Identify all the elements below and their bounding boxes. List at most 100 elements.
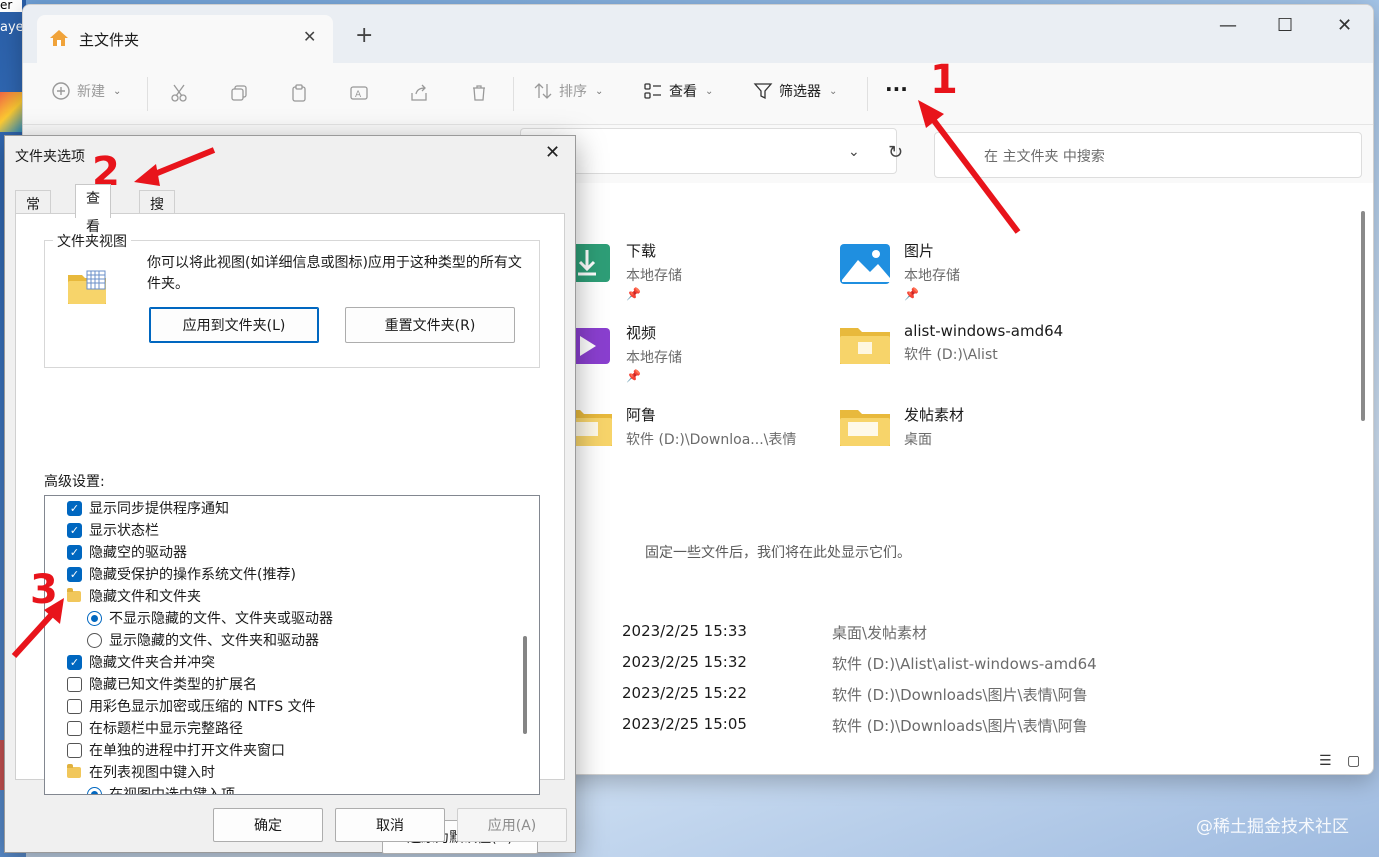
new-tab-button[interactable]: + — [355, 25, 373, 47]
quick-access-item[interactable]: 阿鲁 软件 (D:)\Downloa...\表情 — [560, 402, 796, 450]
setting-checkbox-row[interactable]: ✓ 隐藏受保护的操作系统文件(推荐) — [67, 563, 537, 585]
setting-label: 在视图中选中键入项 — [109, 787, 235, 795]
cancel-button[interactable]: 取消 — [335, 808, 445, 842]
recent-row[interactable]: 2023/2/25 15:05 软件 (D:)\Downloads\图片\表情\阿… — [622, 715, 1322, 739]
setting-label: 在标题栏中显示完整路径 — [89, 721, 243, 737]
rename-icon[interactable]: A — [349, 83, 369, 103]
minimize-button[interactable]: — — [1219, 15, 1237, 36]
quick-access-item[interactable]: alist-windows-amd64 软件 (D:)\Alist — [838, 320, 1063, 368]
recent-date: 2023/2/25 15:32 — [622, 653, 747, 671]
quick-access-item[interactable]: 发帖素材 桌面 — [838, 402, 964, 450]
watermark: @稀土掘金技术社区 — [1196, 817, 1349, 837]
checkbox-checked[interactable]: ✓ — [67, 544, 82, 560]
filter-button[interactable]: 筛选器 ⌄ — [753, 81, 837, 101]
sort-label: 排序 — [559, 84, 587, 100]
maximize-button[interactable]: ☐ — [1277, 15, 1293, 36]
checkbox-unchecked[interactable] — [67, 742, 82, 758]
recent-location: 软件 (D:)\Downloads\图片\表情\阿鲁 — [832, 686, 1088, 704]
sort-button[interactable]: 排序 ⌄ — [533, 81, 603, 101]
setting-radio-row[interactable]: 在视图中选中键入项 — [87, 783, 539, 795]
desktop-app-icon[interactable] — [0, 92, 22, 132]
checkbox-unchecked[interactable] — [67, 720, 82, 736]
setting-label: 显示状态栏 — [89, 523, 159, 539]
paste-icon[interactable] — [289, 83, 309, 103]
tab-view[interactable]: 查看 — [75, 184, 111, 235]
recent-date: 2023/2/25 15:05 — [622, 715, 747, 733]
folder-icon — [67, 763, 81, 778]
setting-checkbox-row[interactable]: ✓ 显示同步提供程序通知 — [67, 497, 537, 519]
pictures-folder-icon — [840, 244, 890, 284]
refresh-icon[interactable]: ↻ — [888, 142, 903, 163]
setting-label: 在单独的进程中打开文件夹窗口 — [89, 743, 285, 759]
setting-checkbox-row[interactable]: ✓ 显示状态栏 — [67, 519, 537, 541]
desktop-label: er — [0, 0, 22, 12]
item-name: 发帖素材 — [904, 406, 965, 424]
new-label: 新建 — [77, 84, 105, 100]
toolbar-divider — [147, 77, 148, 111]
radio-selected[interactable] — [87, 610, 102, 626]
item-location: 软件 (D:)\Alist — [904, 347, 998, 363]
item-location: 本地存储 — [626, 268, 682, 284]
checkbox-unchecked[interactable] — [67, 676, 82, 692]
item-name: 视频 — [626, 324, 657, 342]
copy-icon[interactable] — [229, 83, 249, 103]
dialog-title: 文件夹选项 — [15, 149, 85, 165]
tab-close-button[interactable]: ✕ — [303, 27, 316, 46]
quick-access-item[interactable]: 下载 本地存储 📌 — [560, 238, 682, 301]
quick-access-item[interactable]: 图片 本地存储 📌 — [838, 238, 960, 301]
item-name: alist-windows-amd64 — [904, 322, 1064, 340]
sort-icon — [534, 83, 552, 99]
home-icon — [50, 30, 68, 46]
recent-row[interactable]: 2023/2/25 15:33 桌面\发帖素材 — [622, 622, 1322, 646]
setting-checkbox-row[interactable]: ✓ 隐藏空的驱动器 — [67, 541, 537, 563]
setting-label: 隐藏文件夹合并冲突 — [89, 655, 215, 671]
radio-selected[interactable] — [87, 786, 102, 794]
view-label: 查看 — [669, 84, 697, 100]
setting-checkbox-row[interactable]: 在标题栏中显示完整路径 — [67, 717, 537, 739]
setting-radio-row[interactable]: 显示隐藏的文件、文件夹和驱动器 — [87, 629, 539, 651]
checkbox-unchecked[interactable] — [67, 698, 82, 714]
details-view-icon[interactable]: ☰ — [1319, 753, 1332, 769]
delete-icon[interactable] — [469, 83, 489, 103]
annotation-step-1: 1 — [930, 57, 958, 103]
folder-icon — [840, 328, 890, 364]
close-button[interactable]: ✕ — [1337, 15, 1352, 36]
new-button[interactable]: 新建 ⌄ — [51, 81, 121, 101]
share-icon[interactable] — [409, 83, 429, 103]
cut-icon[interactable] — [169, 83, 189, 103]
apply-to-folders-button[interactable]: 应用到文件夹(L) — [149, 307, 319, 343]
favorites-empty-note: 固定一些文件后，我们将在此处显示它们。 — [645, 545, 911, 561]
ok-button[interactable]: 确定 — [213, 808, 323, 842]
item-location: 桌面 — [904, 432, 932, 448]
setting-label: 显示同步提供程序通知 — [89, 501, 229, 517]
filter-label: 筛选器 — [779, 84, 821, 100]
dialog-close-button[interactable]: ✕ — [545, 142, 560, 163]
chevron-down-icon[interactable]: ⌄ — [848, 144, 860, 160]
tree-scrollbar-thumb[interactable] — [523, 636, 527, 734]
advanced-settings-label: 高级设置: — [44, 474, 105, 490]
checkbox-checked[interactable]: ✓ — [67, 500, 82, 516]
address-bar[interactable] — [520, 128, 897, 174]
tiles-view-icon[interactable]: ▢ — [1347, 753, 1360, 769]
quick-access-item[interactable]: 视频 本地存储 📌 — [560, 320, 682, 383]
checkbox-checked[interactable]: ✓ — [67, 654, 82, 670]
apply-button[interactable]: 应用(A) — [457, 808, 567, 842]
view-button[interactable]: 查看 ⌄ — [643, 81, 713, 101]
setting-checkbox-row[interactable]: 隐藏已知文件类型的扩展名 — [67, 673, 537, 695]
folder-views-group: 文件夹视图 你可以将此视图(如详细信息或图标)应用于这种类型的所有文件夹。 应用… — [44, 231, 540, 368]
recent-row[interactable]: 2023/2/25 15:22 软件 (D:)\Downloads\图片\表情\阿… — [622, 684, 1322, 708]
tab-home[interactable]: 主文件夹 ✕ — [37, 15, 333, 63]
setting-checkbox-row[interactable]: ✓ 隐藏文件夹合并冲突 — [67, 651, 537, 673]
view-list-icon — [644, 83, 661, 99]
checkbox-checked[interactable]: ✓ — [67, 566, 82, 582]
more-options-button[interactable]: ··· — [885, 77, 908, 101]
recent-row[interactable]: 2023/2/25 15:32 软件 (D:)\Alist\alist-windo… — [622, 653, 1322, 677]
checkbox-checked[interactable]: ✓ — [67, 522, 82, 538]
setting-label: 不显示隐藏的文件、文件夹或驱动器 — [109, 611, 333, 627]
setting-checkbox-row[interactable]: 用彩色显示加密或压缩的 NTFS 文件 — [67, 695, 537, 717]
scrollbar-thumb[interactable] — [1361, 211, 1365, 421]
radio-unselected[interactable] — [87, 632, 102, 648]
setting-radio-row[interactable]: 不显示隐藏的文件、文件夹或驱动器 — [87, 607, 539, 629]
reset-folders-button[interactable]: 重置文件夹(R) — [345, 307, 515, 343]
setting-checkbox-row[interactable]: 在单独的进程中打开文件夹窗口 — [67, 739, 537, 761]
